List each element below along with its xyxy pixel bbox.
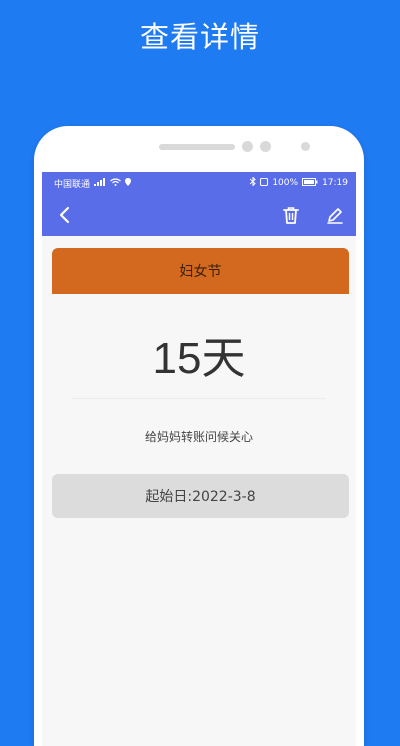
phone-screen: 中国联通 100% 17:19 妇女节 15天 给妈妈转账问候关心 起始日:20… bbox=[42, 172, 356, 746]
start-date-label: 起始日:2022-3-8 bbox=[145, 489, 256, 505]
trash-icon[interactable] bbox=[280, 204, 302, 226]
start-date-bar: 起始日:2022-3-8 bbox=[52, 474, 349, 518]
phone-speaker bbox=[159, 144, 235, 150]
event-name: 妇女节 bbox=[179, 264, 222, 280]
chevron-left-icon[interactable] bbox=[54, 204, 76, 226]
promo-title: 查看详情 bbox=[139, 20, 260, 54]
bluetooth-icon bbox=[249, 176, 257, 189]
phone-sensor-dot bbox=[301, 142, 310, 151]
status-bar: 中国联通 100% 17:19 bbox=[42, 172, 356, 194]
status-left: 中国联通 bbox=[54, 177, 132, 190]
phone-camera-dot bbox=[242, 141, 253, 152]
battery-percent: 100% bbox=[272, 178, 299, 188]
signal-icon bbox=[94, 177, 106, 189]
app-bar bbox=[42, 194, 356, 236]
clock-time: 17:19 bbox=[322, 178, 348, 188]
divider bbox=[72, 398, 326, 399]
location-icon bbox=[125, 177, 132, 189]
phone-camera-dot bbox=[260, 141, 271, 152]
status-right: 100% 17:19 bbox=[249, 176, 348, 189]
battery-icon bbox=[302, 177, 318, 189]
pencil-icon[interactable] bbox=[324, 204, 346, 226]
event-note: 给妈妈转账问候关心 bbox=[144, 430, 253, 444]
event-name-banner: 妇女节 bbox=[52, 248, 349, 294]
days-count: 15天 bbox=[152, 334, 246, 383]
carrier-label: 中国联通 bbox=[54, 179, 91, 190]
phone-frame: 中国联通 100% 17:19 妇女节 15天 给妈妈转账问候关心 起始日:20… bbox=[34, 126, 364, 746]
wifi-icon bbox=[110, 177, 121, 189]
nfc-icon bbox=[260, 177, 269, 189]
